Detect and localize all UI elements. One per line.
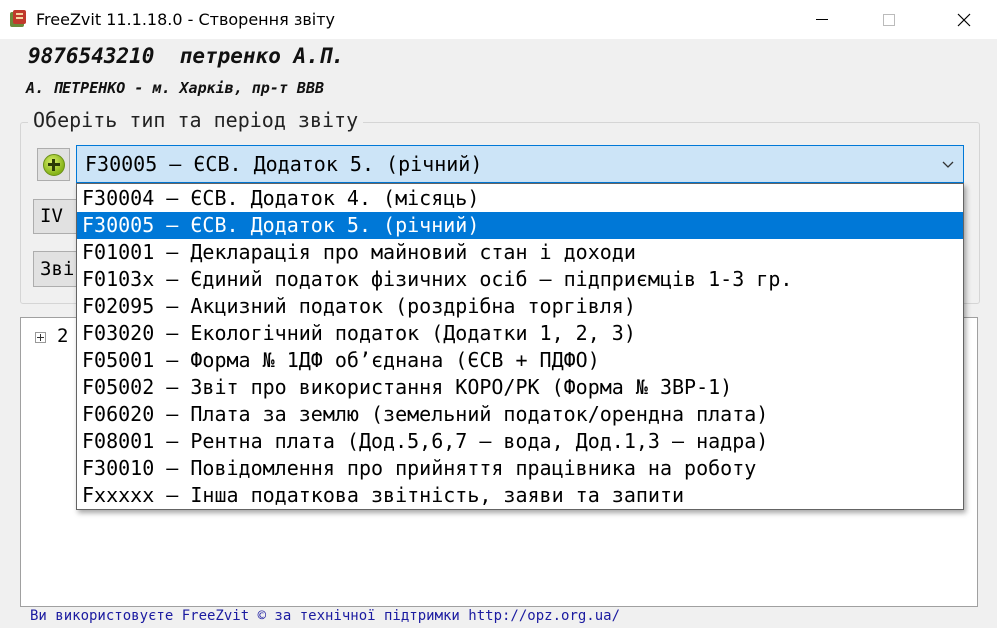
maximize-icon — [883, 13, 895, 26]
report-type-select[interactable]: F30005 – ЄСВ. Додаток 5. (річний) — [76, 145, 964, 183]
close-icon — [957, 13, 971, 26]
freezvit-app-icon — [10, 10, 26, 27]
window-title: FreeZvit 11.1.18.0 - Створення звіту — [36, 10, 335, 29]
dropdown-item[interactable]: F30005 – ЄСВ. Додаток 5. (річний) — [77, 212, 963, 239]
report-type-selected-value: F30005 – ЄСВ. Додаток 5. (річний) — [85, 152, 483, 176]
dropdown-item[interactable]: F08001 – Рентна плата (Дод.5,6,7 – вода,… — [77, 428, 963, 455]
dropdown-item[interactable]: F01001 – Декларація про майновий стан і … — [77, 239, 963, 266]
dropdown-item[interactable]: F0103x – Єдиний податок фізичних осіб – … — [77, 266, 963, 293]
dropdown-item[interactable]: F06020 – Плата за землю (земельний подат… — [77, 401, 963, 428]
title-bar: FreeZvit 11.1.18.0 - Створення звіту — [0, 0, 997, 39]
dropdown-item[interactable]: F30004 – ЄСВ. Додаток 4. (місяць) — [77, 185, 963, 212]
user-code-name: 9876543210 петренко А.П. — [28, 44, 345, 68]
close-button[interactable] — [941, 0, 987, 39]
tree-node-label[interactable]: 2 — [57, 325, 68, 347]
minimize-button[interactable] — [799, 0, 845, 39]
chevron-down-icon — [942, 161, 954, 168]
period-button[interactable]: IV — [33, 199, 77, 234]
report-type-group-legend: Оберіть тип та період звіту — [28, 108, 364, 132]
dropdown-item[interactable]: Fxxxxx – Інша податкова звітність, заяви… — [77, 482, 963, 509]
support-footer[interactable]: Ви використовуєте FreeZvit © за технічно… — [30, 608, 620, 624]
dropdown-item[interactable]: F30010 – Повідомлення про прийняття прац… — [77, 455, 963, 482]
add-report-button[interactable] — [37, 148, 70, 181]
report-type-dropdown-list: F30004 – ЄСВ. Додаток 4. (місяць) F30005… — [76, 183, 964, 510]
dropdown-item[interactable]: F02095 – Акцизний податок (роздрібна тор… — [77, 293, 963, 320]
maximize-button[interactable] — [866, 0, 912, 39]
add-plus-icon — [42, 153, 65, 176]
user-address: А. ПЕТРЕНКО - м. Харків, пр-т ВВВ — [26, 79, 325, 97]
dropdown-item[interactable]: F05002 – Звіт про використання КОРО/РК (… — [77, 374, 963, 401]
dropdown-item[interactable]: F05001 – Форма № 1ДФ об’єднана (ЄСВ + ПД… — [77, 347, 963, 374]
create-report-button[interactable]: Зві — [33, 251, 77, 287]
expand-icon[interactable] — [35, 332, 46, 343]
minimize-icon — [816, 19, 828, 20]
dropdown-item[interactable]: F03020 – Екологічний податок (Додатки 1,… — [77, 320, 963, 347]
